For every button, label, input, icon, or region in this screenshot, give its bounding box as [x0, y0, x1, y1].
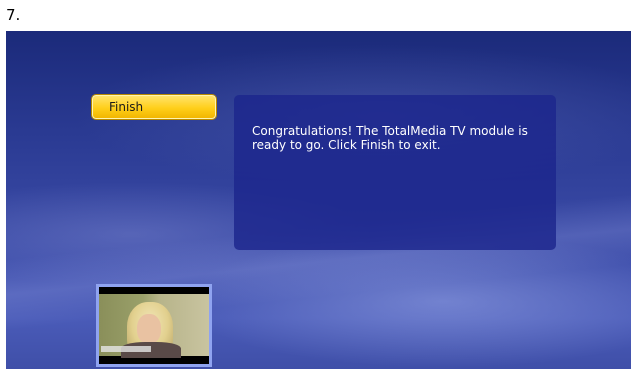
video-caption-bar [101, 346, 151, 352]
finish-button[interactable]: Finish [92, 95, 216, 119]
tv-preview-thumbnail[interactable] [96, 284, 212, 367]
totalmedia-wizard-screen: Finish Congratulations! The TotalMedia T… [6, 31, 631, 369]
completion-message: Congratulations! The TotalMedia TV modul… [252, 124, 528, 152]
step-number: 7. [6, 6, 21, 24]
message-panel: Congratulations! The TotalMedia TV modul… [234, 95, 556, 250]
video-person-face [137, 314, 161, 344]
video-frame [99, 294, 209, 358]
